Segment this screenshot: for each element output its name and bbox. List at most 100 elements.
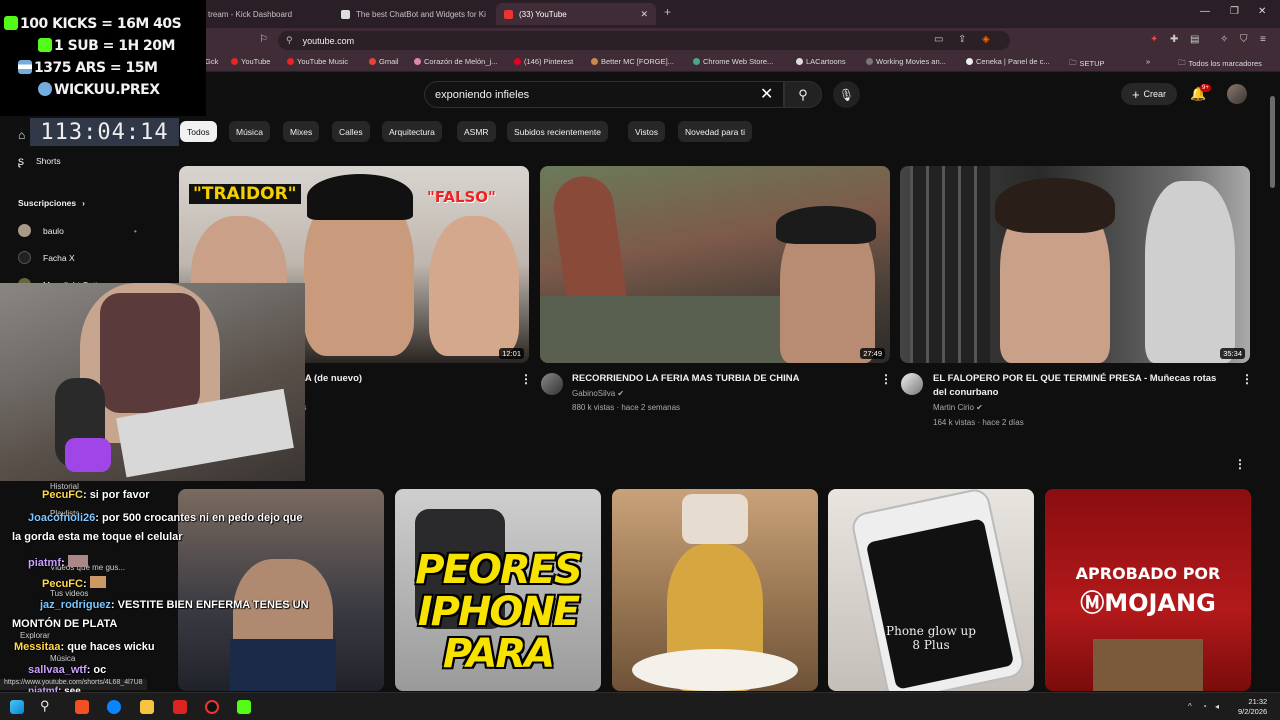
volume-icon[interactable]: ◂ — [1215, 702, 1219, 711]
channel-name[interactable]: Martin Cirio ✔ — [933, 403, 983, 412]
short-thumbnail-4[interactable]: Phone glow up 8 Plus — [828, 489, 1034, 691]
short-caption-line: APROBADO POR — [1075, 564, 1221, 583]
cast-icon[interactable]: ▭ — [934, 34, 943, 45]
video-thumbnail-2[interactable]: 27:49 — [540, 166, 890, 363]
chip-vistos[interactable]: Vistos — [628, 121, 665, 142]
bookmark-working-movies[interactable]: Working Movies an... — [866, 57, 946, 66]
channel-avatar[interactable] — [541, 373, 563, 395]
webcam-top — [100, 293, 200, 413]
video-title[interactable]: CA (de nuevo) — [298, 372, 362, 386]
short-caption-line: IPHONE — [417, 589, 580, 635]
close-tab-icon[interactable]: ✕ — [640, 9, 648, 20]
video-menu-icon[interactable]: ⋮ — [1241, 372, 1253, 386]
system-clock[interactable]: 21:32 9/2/2026 — [1238, 697, 1267, 717]
short-caption-line: ⓂMOJANG — [1045, 583, 1251, 618]
obs-icon[interactable] — [205, 700, 219, 714]
sidebar-sub-baulo[interactable]: baulo • — [18, 224, 137, 237]
share-icon[interactable]: ⇪ — [958, 34, 966, 45]
channel-avatar[interactable] — [901, 373, 923, 395]
short-thumbnail-5[interactable]: APROBADO POR ⓂMOJANG — [1045, 489, 1251, 691]
gift-icon — [38, 38, 52, 52]
home-icon[interactable]: ⌂ — [18, 128, 25, 142]
bookmark-chrome-store[interactable]: Chrome Web Store... — [693, 57, 773, 66]
short-thumbnail-2[interactable]: PEORES IPHONE PARA — [395, 489, 601, 691]
video-thumbnail-3[interactable]: 35:34 — [900, 166, 1250, 363]
url-field[interactable]: ⚲ youtube.com — [278, 31, 1010, 50]
chat-message: PecuFC: si por favor — [12, 489, 150, 501]
short-thumbnail-3[interactable] — [612, 489, 818, 691]
network-icon[interactable]: ◔ — [1202, 702, 1207, 711]
page-scrollbar[interactable] — [1270, 96, 1275, 188]
brave-browser-icon[interactable] — [75, 700, 89, 714]
shorts-shelf-menu-icon[interactable]: ⋮ — [1234, 457, 1246, 471]
sidebar-item-your-videos[interactable]: Tus videos — [50, 589, 88, 598]
tab-kick-dashboard[interactable]: tream - Kick Dashboard — [200, 3, 330, 25]
chip-subidos-recientemente[interactable]: Subidos recientemente — [507, 121, 608, 142]
video-menu-icon[interactable]: ⋮ — [520, 372, 532, 386]
extension-icon[interactable]: ✦ — [1150, 34, 1158, 45]
bookmarks-overflow[interactable]: » — [1146, 57, 1150, 66]
create-button[interactable]: + Crear — [1121, 83, 1177, 105]
account-avatar[interactable] — [1227, 84, 1247, 104]
bookmark-gmail[interactable]: Gmail — [369, 57, 399, 66]
tab-chatbot[interactable]: The best ChatBot and Widgets for Ki — [333, 3, 491, 25]
tray-chevron-icon[interactable]: ^ — [1188, 702, 1192, 711]
search-icon[interactable]: ⚲ — [40, 698, 50, 714]
chip-calles[interactable]: Calles — [332, 121, 370, 142]
bookmark-setup-folder[interactable]: 🗀 SETUP — [1069, 57, 1105, 70]
bookmark-icon[interactable]: ⚐ — [259, 34, 268, 45]
minimize-icon[interactable]: — — [1200, 6, 1210, 17]
chip-todos[interactable]: Todos — [180, 121, 217, 142]
bookmark-youtube-music[interactable]: YouTube Music — [287, 57, 348, 66]
chip-novedad[interactable]: Novedad para ti — [678, 121, 753, 142]
clear-search-icon[interactable]: ✕ — [760, 84, 773, 104]
video-menu-icon[interactable]: ⋮ — [880, 372, 892, 386]
restore-icon[interactable]: ❐ — [1230, 6, 1239, 17]
extensions-puzzle-icon[interactable]: ✚ — [1170, 34, 1178, 45]
video-title[interactable]: RECORRIENDO LA FERIA MAS TURBIA DE CHINA — [572, 372, 799, 386]
thumbnail-caption: "TRAIDOR" — [189, 184, 301, 204]
bookmark-label: Gck — [205, 57, 219, 66]
channel-name[interactable]: GabinoSilva ✔ — [572, 389, 624, 398]
leo-ai-icon[interactable]: ✧ — [1220, 34, 1228, 45]
youtube-icon — [231, 58, 238, 65]
chip-musica[interactable]: Música — [229, 121, 270, 142]
sidebar-item-shorts[interactable]: ʂ Shorts — [18, 154, 61, 168]
verified-icon: ✔ — [617, 389, 625, 398]
voice-search-button[interactable]: 🎙 — [833, 81, 860, 108]
chip-asmr[interactable]: ASMR — [457, 121, 496, 142]
new-tab-button[interactable]: + — [664, 5, 671, 19]
bookmark-corazon[interactable]: Corazón de Melón_j... — [414, 57, 497, 66]
bookmark-pinterest[interactable]: (146) Pinterest — [514, 57, 573, 66]
menu-icon[interactable]: ≡ — [1260, 34, 1266, 45]
bookmark-bettermc[interactable]: Better MC [FORGE]... — [591, 57, 674, 66]
bookmark-ceneka[interactable]: Ceneka | Panel de c... — [966, 57, 1050, 66]
bookmark-item[interactable]: Gck — [205, 57, 218, 66]
close-window-icon[interactable]: ✕ — [1258, 6, 1266, 17]
sidebar-toggle-icon[interactable]: ▤ — [1190, 34, 1199, 45]
notification-badge: 9+ — [1200, 84, 1211, 92]
edge-icon[interactable] — [107, 700, 121, 714]
video-title[interactable]: EL FALOPERO POR EL QUE TERMINÉ PRESA - M… — [933, 372, 1216, 400]
tab-youtube[interactable]: (33) YouTube ✕ — [496, 3, 656, 25]
kick-app-icon[interactable] — [237, 700, 251, 714]
brave-shield-icon[interactable]: ◈ — [982, 34, 990, 45]
app-icon[interactable] — [173, 700, 187, 714]
sidebar-subscriptions-header[interactable]: Suscripciones › — [18, 198, 85, 208]
sidebar-sub-facha-x[interactable]: Facha X — [18, 251, 75, 264]
search-button[interactable]: ⚲ — [784, 81, 822, 108]
chip-arquitectura[interactable]: Arquitectura — [382, 121, 442, 142]
windows-start-icon[interactable] — [10, 700, 24, 714]
bookmark-youtube[interactable]: YouTube — [231, 57, 270, 66]
chat-text: : si por favor — [82, 489, 150, 501]
bookmark-lacartoons[interactable]: LACartoons — [796, 57, 846, 66]
chrome-store-icon — [693, 58, 700, 65]
bookmark-all-folder[interactable]: 🗀 Todos los marcadores — [1178, 57, 1262, 70]
overlay-text: 1 SUB = 1H 20M — [54, 38, 175, 54]
search-input[interactable]: exponiendo infieles — [424, 81, 784, 108]
site-info-icon[interactable]: ⚲ — [286, 35, 293, 46]
sidebar-item-musica[interactable]: Música — [50, 654, 75, 663]
chip-mixes[interactable]: Mixes — [283, 121, 320, 142]
vpn-icon[interactable]: ⛉ — [1240, 34, 1248, 45]
file-explorer-icon[interactable] — [140, 700, 154, 714]
